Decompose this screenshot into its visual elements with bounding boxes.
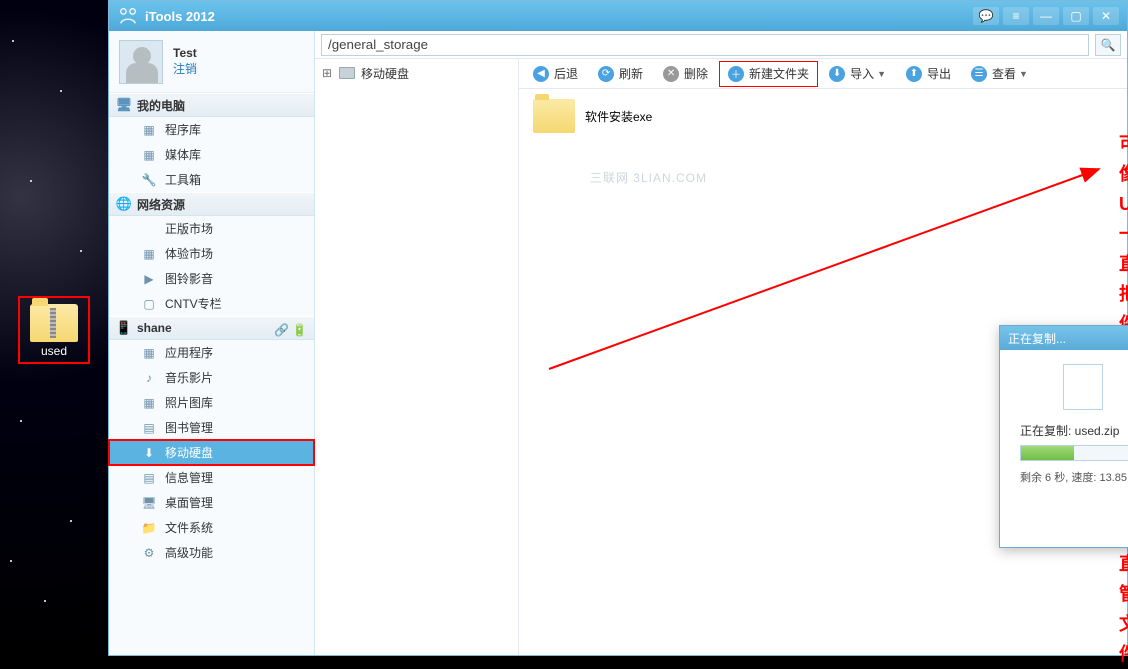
feedback-button[interactable]: 💬 xyxy=(973,7,999,25)
link-icon: 🔗 xyxy=(274,323,288,333)
disk-icon: ⬇ xyxy=(141,445,157,461)
avatar-icon xyxy=(119,40,163,84)
drive-icon xyxy=(339,67,355,79)
nav-filesystem[interactable]: 📁文件系统 xyxy=(109,515,314,540)
path-bar: 🔍 xyxy=(315,31,1127,59)
nav-photos[interactable]: ▦照片图库 xyxy=(109,390,314,415)
import-button[interactable]: ⬇导入▼ xyxy=(820,61,895,87)
view-icon: ☰ xyxy=(971,66,987,82)
refresh-icon: ⟳ xyxy=(598,66,614,82)
nav-programs[interactable]: ▦程序库 xyxy=(109,117,314,142)
back-button[interactable]: ◀后退 xyxy=(524,61,587,87)
navgroup-device[interactable]: 📱 shane 🔗 🔋 xyxy=(109,316,314,340)
folder-icon xyxy=(533,99,575,133)
music-icon: ♪ xyxy=(141,370,157,386)
user-box: Test 注销 xyxy=(109,31,314,93)
grid-icon: ▦ xyxy=(141,246,157,262)
desktop-icon: 🖥 xyxy=(141,495,157,511)
info-icon: ▤ xyxy=(141,470,157,486)
battery-icon: 🔋 xyxy=(292,323,306,333)
toolbar: ◀后退 ⟳刷新 ✕删除 ＋新建文件夹 ⬇导入▼ ⬆导出 ☰查看▼ xyxy=(519,59,1127,89)
main-panel: 🔍 ⊞ 移动硬盘 ◀后退 ⟳刷新 ✕删除 ＋新建文件夹 xyxy=(315,31,1127,655)
app-title: iTools 2012 xyxy=(145,9,969,24)
settings-button[interactable]: ≡ xyxy=(1003,7,1029,25)
logout-link[interactable]: 注销 xyxy=(173,60,197,77)
device-icon: 📱 xyxy=(117,321,131,335)
nav-tools[interactable]: 🔧工具箱 xyxy=(109,167,314,192)
nav-ringtones[interactable]: ▶图铃影音 xyxy=(109,266,314,291)
back-icon: ◀ xyxy=(533,66,549,82)
nav-music[interactable]: ♪音乐影片 xyxy=(109,365,314,390)
nav-advanced[interactable]: ⚙高级功能 xyxy=(109,540,314,565)
copy-dialog: 正在复制... ✕ 正在复制: used.zip xyxy=(999,325,1128,548)
titlebar[interactable]: iTools 2012 💬 ≡ — ▢ ✕ xyxy=(109,1,1127,31)
file-name: 软件安装exe xyxy=(585,108,652,125)
dialog-icons xyxy=(1020,364,1128,410)
progress-bar: 14% xyxy=(1020,445,1128,461)
photo-icon: ▦ xyxy=(141,395,157,411)
desktop-background: used xyxy=(0,0,108,656)
nav-books[interactable]: ▤图书管理 xyxy=(109,415,314,440)
globe-icon: 🌐 xyxy=(117,197,131,211)
dialog-status: 正在复制: used.zip xyxy=(1020,422,1128,439)
tree-root[interactable]: ⊞ 移动硬盘 xyxy=(321,63,512,83)
nav-official-market[interactable]: 正版市场 xyxy=(109,216,314,241)
file-item[interactable]: 软件安装exe xyxy=(533,99,713,133)
apps-icon: ▦ xyxy=(141,345,157,361)
play-icon: ▶ xyxy=(141,271,157,287)
minimize-button[interactable]: — xyxy=(1033,7,1059,25)
nav-media[interactable]: ▦媒体库 xyxy=(109,142,314,167)
desktop-folder-used[interactable]: used xyxy=(18,296,90,364)
user-name: Test xyxy=(173,46,197,60)
grid-icon: ▦ xyxy=(141,122,157,138)
newfolder-icon: ＋ xyxy=(728,66,744,82)
navgroup-mycomputer[interactable]: 🖥 我的电脑 xyxy=(109,93,314,117)
files-area[interactable]: 软件安装exe 三联网 3LIAN.COM 可以像用U盘一样, 直接把文件拖进"… xyxy=(519,89,1127,655)
progress-fill xyxy=(1021,446,1074,460)
media-icon: ▦ xyxy=(141,147,157,163)
view-button[interactable]: ☰查看▼ xyxy=(962,61,1037,87)
app-window: iTools 2012 💬 ≡ — ▢ ✕ Test 注销 🖥 我的电脑 ▦程序… xyxy=(108,0,1128,656)
import-icon: ⬇ xyxy=(829,66,845,82)
desktop-folder-label: used xyxy=(26,344,82,358)
chevron-down-icon: ▼ xyxy=(877,69,886,79)
nav-info[interactable]: ▤信息管理 xyxy=(109,465,314,490)
book-icon: ▤ xyxy=(141,420,157,436)
nav-desktop[interactable]: 🖥桌面管理 xyxy=(109,490,314,515)
zip-folder-icon xyxy=(30,304,78,342)
nav-mobile-disk[interactable]: ⬇移动硬盘 xyxy=(109,440,314,465)
computer-icon: 🖥 xyxy=(117,98,131,112)
maximize-button[interactable]: ▢ xyxy=(1063,7,1089,25)
watermark: 三联网 3LIAN.COM xyxy=(590,169,707,186)
nav-cntv[interactable]: ▢CNTV专栏 xyxy=(109,291,314,316)
wrench-icon: 🔧 xyxy=(141,172,157,188)
navgroup-netres[interactable]: 🌐 网络资源 xyxy=(109,192,314,216)
folder-icon: 📁 xyxy=(141,520,157,536)
tv-icon: ▢ xyxy=(141,296,157,312)
newfolder-button[interactable]: ＋新建文件夹 xyxy=(719,61,818,87)
nav-trial-market[interactable]: ▦体验市场 xyxy=(109,241,314,266)
apple-icon xyxy=(141,221,157,237)
refresh-button[interactable]: ⟳刷新 xyxy=(589,61,652,87)
delete-button[interactable]: ✕删除 xyxy=(654,61,717,87)
dialog-title: 正在复制... xyxy=(1008,330,1066,347)
dialog-titlebar[interactable]: 正在复制... ✕ xyxy=(1000,326,1128,350)
export-icon: ⬆ xyxy=(906,66,922,82)
expand-icon[interactable]: ⊞ xyxy=(321,66,333,80)
close-button[interactable]: ✕ xyxy=(1093,7,1119,25)
tree-panel: ⊞ 移动硬盘 xyxy=(315,59,519,655)
nav-apps[interactable]: ▦应用程序 xyxy=(109,340,314,365)
dialog-detail: 剩余 6 秒, 速度: 13.85 MB/s (19.53 MB / 135.9… xyxy=(1020,469,1128,485)
export-button[interactable]: ⬆导出 xyxy=(897,61,960,87)
search-button[interactable]: 🔍 xyxy=(1095,34,1121,56)
chevron-down-icon: ▼ xyxy=(1019,69,1028,79)
doc-icon xyxy=(1063,364,1103,410)
sidebar: Test 注销 🖥 我的电脑 ▦程序库 ▦媒体库 🔧工具箱 🌐 网络资源 正版市… xyxy=(109,31,315,655)
gear-icon: ⚙ xyxy=(141,545,157,561)
delete-icon: ✕ xyxy=(663,66,679,82)
app-logo-icon xyxy=(117,5,139,27)
path-input[interactable] xyxy=(321,34,1089,56)
